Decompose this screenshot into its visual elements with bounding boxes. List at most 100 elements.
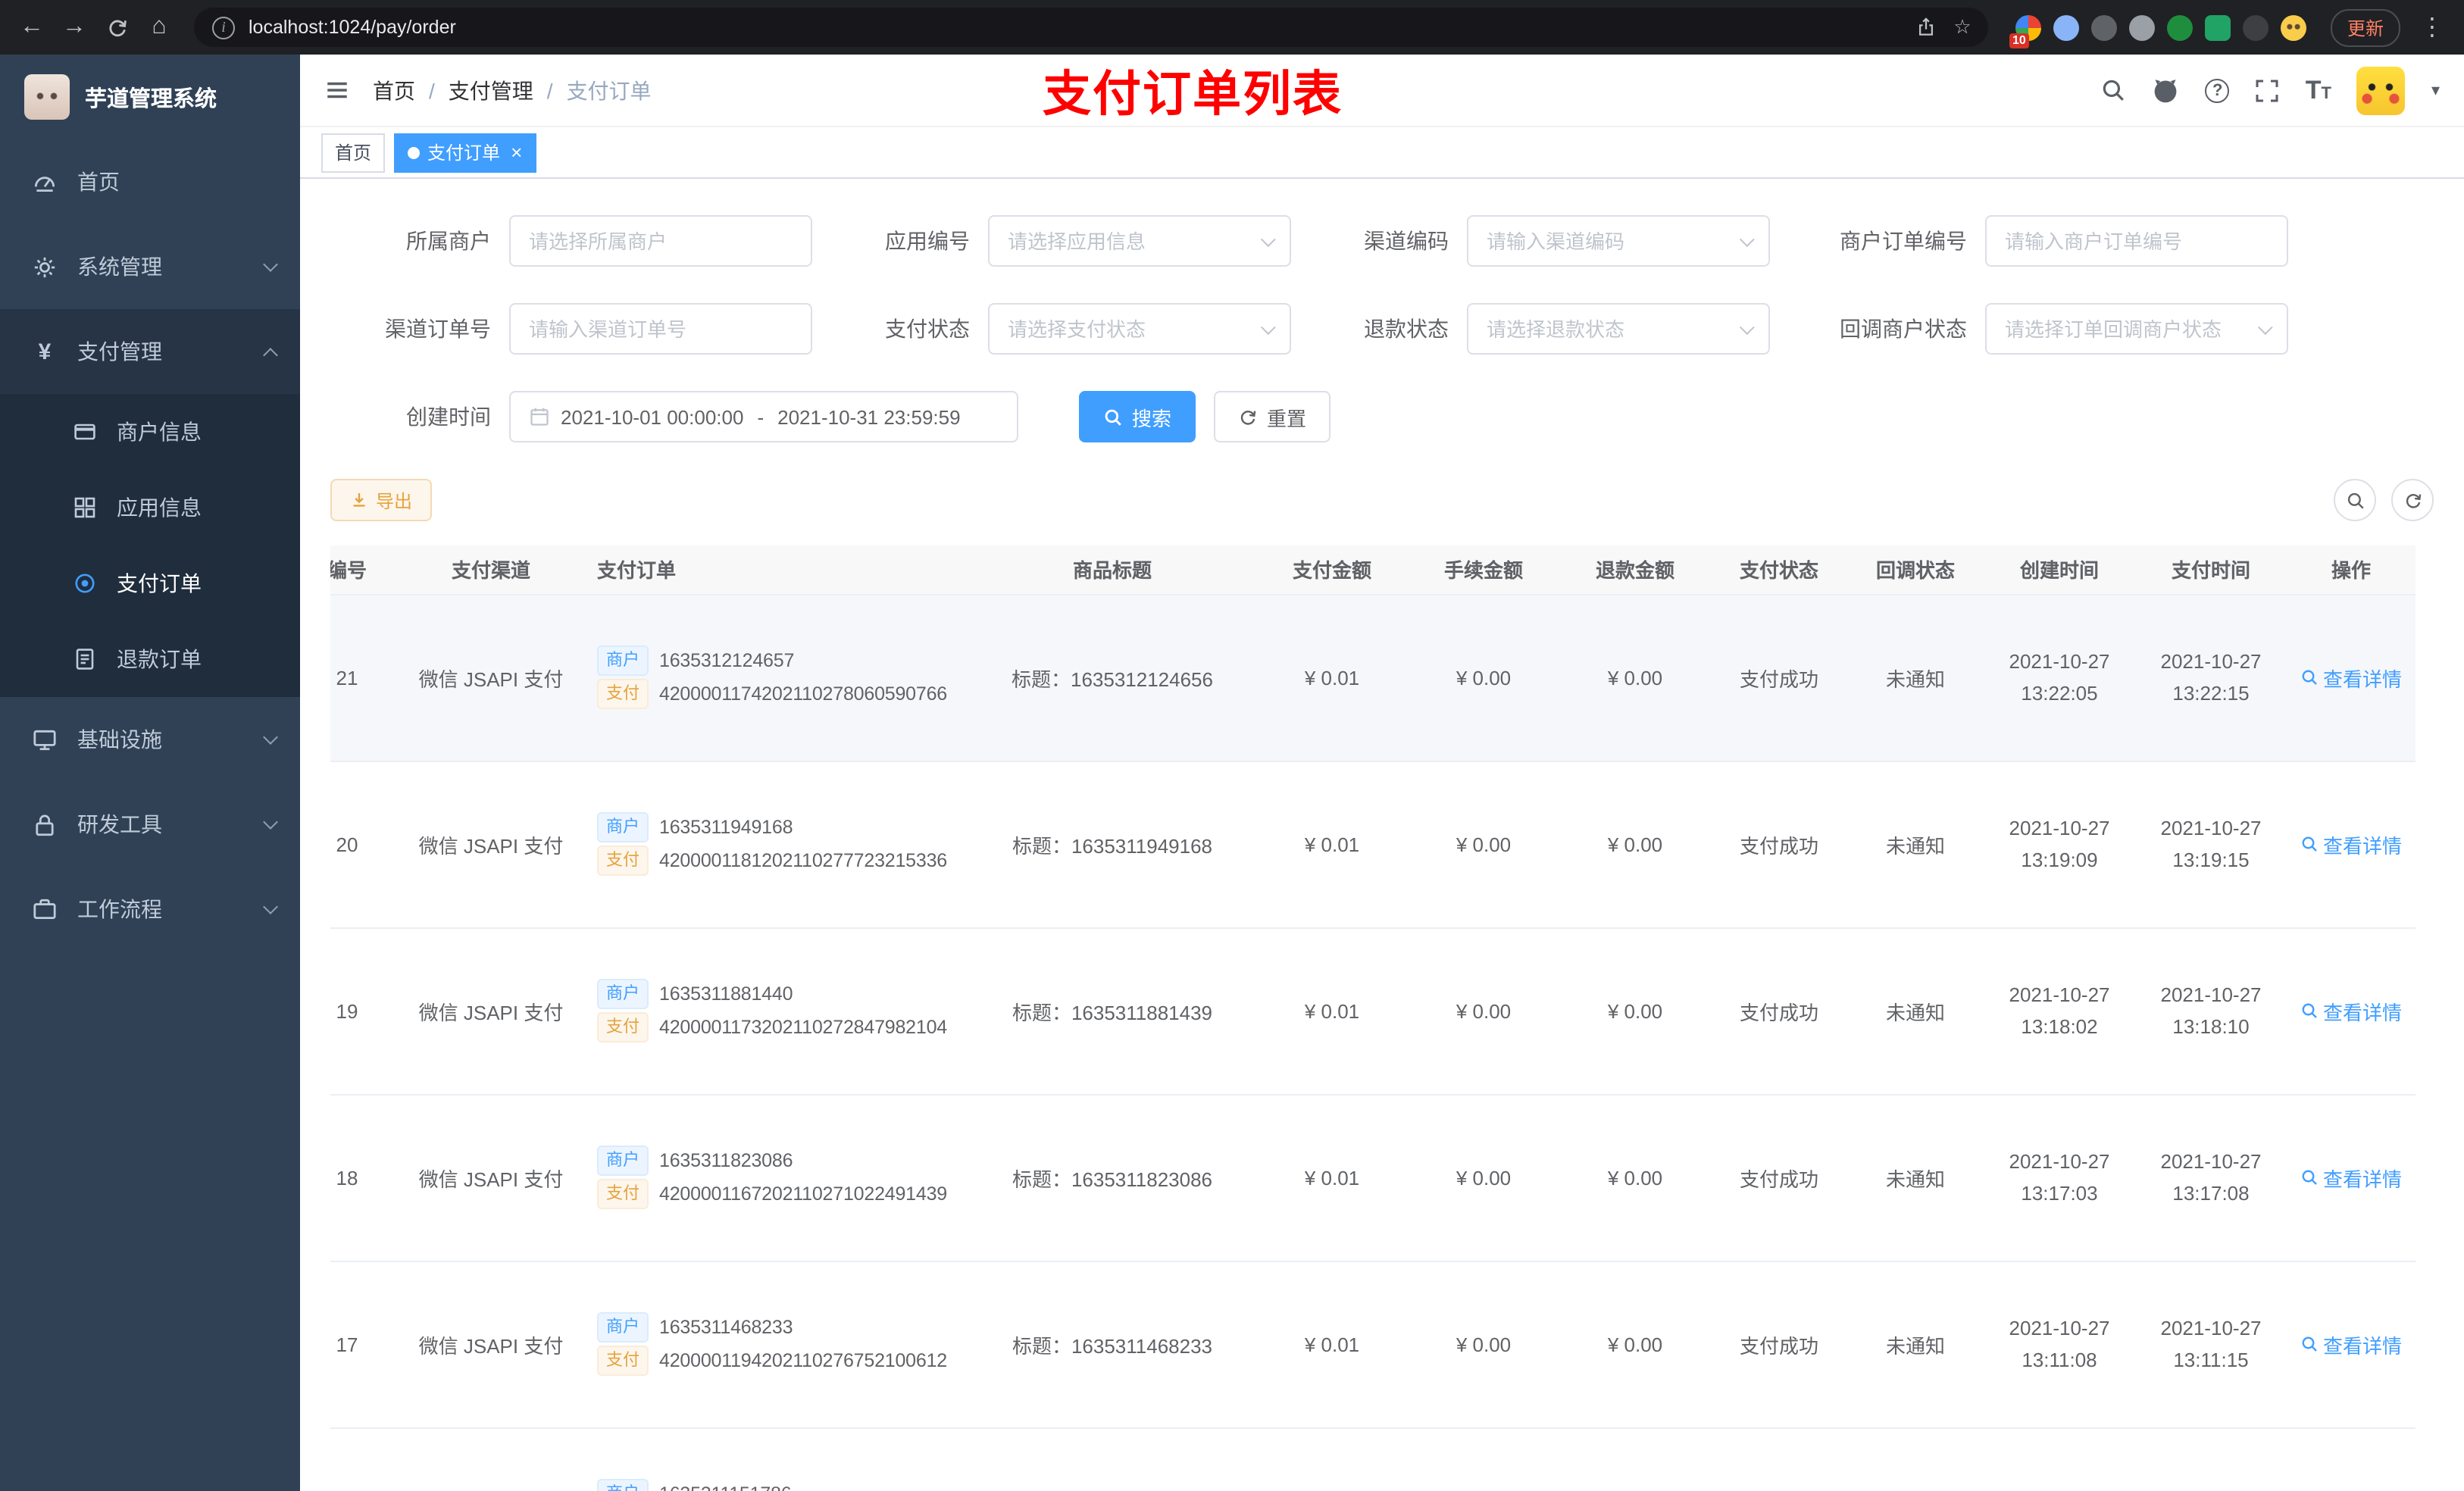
cell-order: 商户 1635311881440 支付 4200001173202110272847… [582,927,968,1095]
channel-order-no-input[interactable] [529,317,793,340]
extension-icon[interactable] [2166,14,2193,40]
sidebar-item-pay-order[interactable]: 支付订单 [0,545,300,621]
sidebar-item-infra[interactable]: 基础设施 [0,697,300,782]
sidebar-item-dev-tools[interactable]: 研发工具 [0,782,300,867]
cell-title: 标题：1635311881439 [968,927,1256,1095]
cell-notify [1847,1427,1984,1491]
tab-pay-order[interactable]: 支付订单 × [394,133,536,172]
filter-label: 支付状态 [885,317,970,341]
question-icon[interactable]: ? [2205,78,2230,102]
bookmark-star-icon[interactable]: ☆ [1946,11,1979,44]
sidebar-item-refund-order[interactable]: 退款订单 [0,621,300,697]
search-icon[interactable] [2101,77,2127,103]
view-detail-link[interactable]: 查看详情 [2300,1163,2402,1192]
extension-icon[interactable] [2090,14,2117,40]
view-detail-link[interactable]: 查看详情 [2300,1330,2402,1358]
notify-status-input[interactable] [2005,317,2249,340]
sidebar-item-label: 商户信息 [117,420,202,444]
cell-notify: 未通知 [1847,761,1984,928]
channel-code-input[interactable] [1487,230,1731,252]
refund-status-input[interactable] [1487,317,1731,340]
sidebar-item-pay[interactable]: ¥ 支付管理 [0,309,300,394]
channel-order-no-field[interactable] [509,303,812,355]
cell-order: 商户 1635311468233 支付 4200001194202110276752… [582,1261,968,1428]
cell-refund: ¥ 0.00 [1559,761,1711,928]
reset-button[interactable]: 重置 [1214,391,1331,442]
view-detail-link[interactable]: 查看详情 [2300,830,2402,858]
merchant-input[interactable] [529,230,793,252]
extension-icon[interactable] [2242,14,2269,40]
merchant-order-no-input[interactable] [2005,230,2269,252]
font-size-icon[interactable]: TT [2306,77,2331,103]
sidebar-item-label: 应用信息 [117,495,202,520]
cell-title: 标题：1635312124656 [968,594,1256,761]
merchant-select[interactable] [509,215,812,267]
github-icon[interactable] [2153,77,2180,104]
breadcrumb-current: 支付订单 [566,78,652,102]
notify-status-select[interactable] [1985,303,2288,355]
breadcrumb-home[interactable]: 首页 [373,75,415,105]
forward-icon[interactable]: → [55,8,94,47]
refund-status-select[interactable] [1467,303,1770,355]
cell-status: 支付成功 [1711,1094,1847,1261]
browser-menu-icon[interactable]: ⋮ [2412,8,2452,47]
fullscreen-icon[interactable] [2256,78,2280,102]
channel-code-select[interactable] [1467,215,1770,267]
view-detail-link[interactable]: 查看详情 [2300,996,2402,1025]
tab-home[interactable]: 首页 [321,133,386,172]
page-annotation: 支付订单列表 [1043,66,1343,120]
app-select[interactable] [988,215,1291,267]
calendar-icon [529,406,550,427]
share-icon[interactable] [1909,11,1943,44]
app-input[interactable] [1008,230,1252,252]
sidebar-item-app-info[interactable]: 应用信息 [0,470,300,545]
cell-refund: ¥ 0.00 [1559,594,1711,761]
sidebar-item-label: 研发工具 [77,812,162,836]
home-icon[interactable]: ⌂ [139,8,179,47]
table-header-row: 编号 支付渠道 支付订单 商品标题 支付金额 手续金额 退款金额 支付状态 回调… [330,545,2416,595]
sidebar-item-system[interactable]: 系统管理 [0,224,300,309]
filter-refund-status: 退款状态 [1327,303,1770,355]
caret-down-icon[interactable]: ▾ [2431,80,2440,100]
close-icon[interactable]: × [511,141,522,164]
cell-notify: 未通知 [1847,1094,1984,1261]
url-bar[interactable]: i localhost:1024/pay/order ☆ [194,8,1988,47]
sidebar-item-workflow[interactable]: 工作流程 [0,867,300,952]
pay-order-no: 4200001167202110271022491439 [659,1183,947,1205]
breadcrumb-separator: / [546,78,553,102]
extension-icon[interactable] [2204,14,2231,40]
refresh-button[interactable] [2391,479,2434,521]
toggle-search-button[interactable] [2334,479,2376,521]
site-info-icon[interactable]: i [212,16,235,39]
sidebar-item-label: 系统管理 [77,255,162,279]
cell-create-time: 2021-10-27 13:18:02 [1984,927,2135,1095]
date-range-picker[interactable]: 2021-10-01 00:00:00 - 2021-10-31 23:59:5… [509,391,1018,442]
merchant-order-no-field[interactable] [1985,215,2288,267]
breadcrumb-pay-manage[interactable]: 支付管理 [449,75,533,105]
sidebar-item-home[interactable]: 首页 [0,139,300,224]
col-fee: 手续金额 [1408,545,1559,595]
hamburger-icon[interactable] [324,77,350,103]
extension-icon[interactable] [2128,14,2155,40]
view-detail-label: 查看详情 [2322,1167,2402,1190]
reload-icon[interactable] [97,8,136,47]
pay-status-input[interactable] [1008,317,1252,340]
sidebar-item-merchant-info[interactable]: 商户信息 [0,394,300,470]
filter-app-id: 应用编号 [849,215,1291,267]
merchant-tag: 商户 [597,979,649,1009]
user-avatar[interactable] [2356,66,2406,114]
pay-status-select[interactable] [988,303,1291,355]
cell-amount: ¥ 0.01 [1256,927,1408,1095]
extension-icon[interactable]: 10 [2009,14,2041,48]
active-dot-icon [408,146,421,158]
app-logo[interactable]: 芋道管理系统 [0,55,300,139]
export-button[interactable]: 导出 [330,479,433,521]
search-button[interactable]: 搜索 [1079,391,1196,442]
extension-icon[interactable] [2280,14,2306,40]
back-icon[interactable]: ← [12,8,52,47]
view-detail-link[interactable]: 查看详情 [2300,663,2402,692]
browser-update-button[interactable]: 更新 [2330,8,2400,46]
chevron-down-icon [263,730,278,745]
extension-icon[interactable] [2053,14,2079,40]
pay-order-no: 4200001174202110278060590766 [659,683,947,705]
